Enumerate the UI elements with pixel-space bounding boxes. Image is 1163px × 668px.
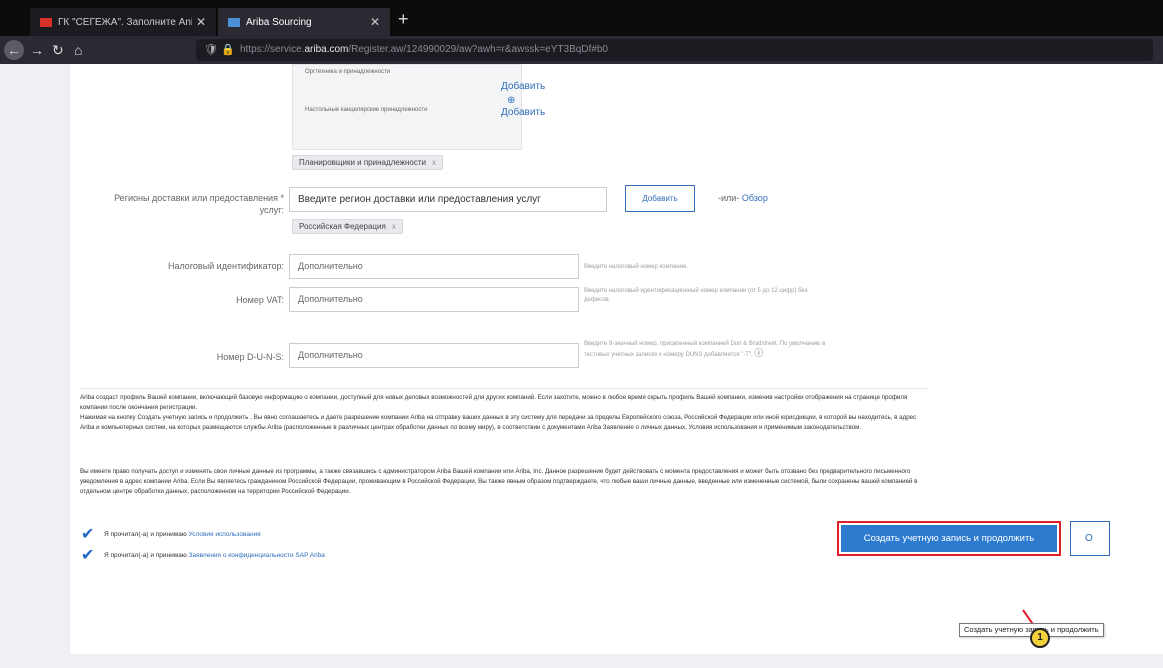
address-bar[interactable]: 🛡 🔒 https://service.ariba.com/Register.a… [196,39,1153,61]
privacy-agreement-text: Я прочитал(-а) и принимаю Заявления о ко… [104,552,325,559]
pill-label: Планировщики и принадлежности [299,158,426,167]
vat-input[interactable]: Дополнительно [289,287,579,312]
browse-link[interactable]: Обзор [742,193,768,203]
add-region-button[interactable]: Добавить [625,185,695,212]
lock-icon: 🛡 🔒 [204,44,235,56]
home-icon[interactable]: ⌂ [74,42,82,58]
forward-arrow-icon[interactable]: → [30,42,44,58]
legal-paragraph-1: Ariba создаст профиль Вашей компании, вк… [80,394,908,411]
new-tab-button[interactable]: + [398,10,409,28]
terms-agreement-text: Я прочитал(-а) и принимаю Условия исполь… [104,531,261,538]
tax-id-input[interactable]: Дополнительно [289,254,579,279]
info-icon[interactable]: ⓘ [754,348,763,358]
page-bottom-gap [0,654,1163,668]
selected-commodity-pill: Планировщики и принадлежности x [292,155,443,170]
legal-paragraph-2: Нажимая на кнопку Создать учетную запись… [80,414,917,431]
tab-title: ГК "СЕГЕЖА". Заполните Ani [58,16,192,28]
mail-favicon-icon [40,17,52,27]
reload-icon[interactable]: ↻ [52,42,64,58]
close-tab-icon[interactable]: ✕ [196,15,206,29]
ariba-favicon-icon [228,17,240,27]
registration-page: Оргтехника и принадлежности Добавить Нас… [70,64,1163,654]
cancel-button[interactable]: О [1070,521,1110,556]
duns-hint: Введите 9-значный номер, присвоенный ком… [584,341,826,358]
tax-id-label: Налоговый идентификатор: [167,261,284,271]
selected-region-pill: Российская Федерация x [292,219,403,234]
terms-of-use-link[interactable]: Условия использования [189,531,261,538]
tax-id-hint: Введите налоговый номер компании. [584,264,688,270]
or-browse-text: -или- Обзор [718,193,768,203]
duns-input[interactable]: Дополнительно [289,343,579,368]
regions-input[interactable]: Введите регион доставки или предоставлен… [289,187,607,212]
close-tab-icon[interactable]: ✕ [370,15,380,29]
add-circle-icon[interactable]: ⊕ [507,95,515,106]
url-text: https://service.ariba.com/Register.aw/12… [240,44,608,55]
terms-checkbox[interactable]: ✔ [81,527,97,543]
add-commodity-link[interactable]: Добавить [501,81,545,92]
browser-tab-bar: ГК "СЕГЕЖА". Заполните Ani ✕ Ariba Sourc… [0,0,1163,36]
regions-label: Регионы доставки или предоставления * усл… [114,193,284,215]
add-commodity-link[interactable]: Добавить [501,107,545,118]
commodity-selection-box: Оргтехника и принадлежности Добавить Нас… [292,64,545,150]
remove-pill-icon[interactable]: x [392,222,396,231]
browser-tab-segezha[interactable]: ГК "СЕГЕЖА". Заполните Ani ✕ [30,8,216,36]
privacy-checkbox[interactable]: ✔ [81,548,97,564]
vat-label: Номер VAT: [236,295,284,305]
pill-label: Российская Федерация [299,222,386,231]
section-divider [80,388,928,389]
browser-tab-ariba[interactable]: Ariba Sourcing ✕ [218,8,390,36]
tab-title: Ariba Sourcing [246,16,312,28]
remove-pill-icon[interactable]: x [432,158,436,167]
back-arrow-icon[interactable]: ← [4,40,24,60]
commodity-item-label: Оргтехника и принадлежности [305,69,391,75]
browser-nav-bar: ← → ↻ ⌂ 🛡 🔒 https://service.ariba.com/Re… [0,36,1163,64]
step-marker: 1 [1030,628,1050,648]
create-account-button[interactable]: Создать учетную запись и продолжить [841,525,1057,552]
privacy-statement-link[interactable]: Заявления о конфиденциальности SAP Ariba [189,552,325,559]
commodity-item-label: Настольные канцелярские принадлежности [305,107,428,113]
legal-paragraph-3: Вы имеете право получать доступ и изменя… [80,468,918,495]
duns-label: Номер D-U-N-S: [216,352,284,362]
vat-hint: Введите налоговый идентификационный номе… [584,288,808,303]
